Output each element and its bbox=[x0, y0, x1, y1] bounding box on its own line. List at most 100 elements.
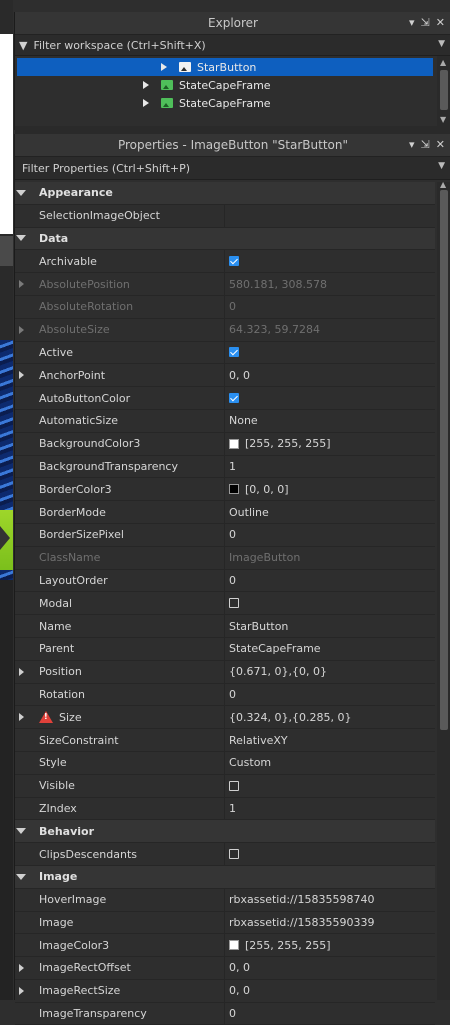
property-row-clipsdescendants[interactable]: ClipsDescendants bbox=[15, 843, 435, 866]
property-row-zindex[interactable]: ZIndex 1 bbox=[15, 797, 435, 821]
property-value-cell[interactable]: rbxassetid://15835598740 bbox=[225, 893, 374, 906]
property-row-position[interactable]: Position {0.671, 0},{0, 0} bbox=[15, 660, 435, 684]
color-swatch[interactable] bbox=[229, 484, 239, 495]
properties-vertical-scrollbar[interactable]: ▲ bbox=[437, 180, 450, 1000]
expand-arrow-icon[interactable] bbox=[161, 63, 167, 71]
scrollbar-thumb[interactable] bbox=[440, 70, 448, 110]
property-value[interactable]: 0, 0 bbox=[229, 984, 250, 997]
property-row-active[interactable]: Active bbox=[15, 341, 435, 365]
property-value[interactable]: rbxassetid://15835590339 bbox=[229, 916, 374, 929]
property-row-size[interactable]: Size {0.324, 0},{0.285, 0} bbox=[15, 706, 435, 730]
property-value[interactable]: RelativeXY bbox=[229, 734, 288, 747]
property-row-bordercolor3[interactable]: BorderColor3 [0, 0, 0] bbox=[15, 478, 435, 502]
property-value-cell[interactable]: [255, 255, 255] bbox=[225, 437, 331, 450]
property-row-hoverimage[interactable]: HoverImage rbxassetid://15835598740 bbox=[15, 888, 435, 912]
property-value[interactable]: None bbox=[229, 414, 258, 427]
properties-filter-bar[interactable]: Filter Properties (Ctrl+Shift+P) ▼ bbox=[15, 157, 450, 180]
property-value-cell[interactable]: RelativeXY bbox=[225, 734, 288, 747]
expand-arrow-icon[interactable] bbox=[18, 986, 24, 995]
explorer-filter-input[interactable]: Filter workspace (Ctrl+Shift+X) bbox=[33, 39, 205, 52]
property-value-cell[interactable] bbox=[225, 393, 239, 404]
color-swatch[interactable] bbox=[229, 438, 239, 449]
properties-filter-input[interactable]: Filter Properties (Ctrl+Shift+P) bbox=[19, 162, 190, 175]
color-swatch[interactable] bbox=[229, 940, 239, 951]
expand-arrow-icon[interactable] bbox=[18, 667, 24, 676]
dropdown-icon[interactable]: ▾ bbox=[409, 138, 415, 151]
category-image[interactable]: Image bbox=[15, 865, 435, 889]
property-value-cell[interactable]: [0, 0, 0] bbox=[225, 483, 289, 496]
property-value-cell[interactable]: None bbox=[225, 414, 258, 427]
property-value-cell[interactable] bbox=[225, 849, 239, 859]
property-row-archivable[interactable]: Archivable bbox=[15, 250, 435, 274]
property-row-imagerectoffset[interactable]: ImageRectOffset 0, 0 bbox=[15, 957, 435, 980]
property-checkbox[interactable] bbox=[229, 393, 239, 404]
property-value-cell[interactable]: StarButton bbox=[225, 620, 288, 633]
property-row-sizeconstraint[interactable]: SizeConstraint RelativeXY bbox=[15, 729, 435, 752]
property-row-bordermode[interactable]: BorderMode Outline bbox=[15, 501, 435, 524]
collapse-arrow-icon[interactable] bbox=[16, 828, 26, 835]
property-row-image[interactable]: Image rbxassetid://15835590339 bbox=[15, 911, 435, 935]
category-behavior[interactable]: Behavior bbox=[15, 820, 435, 844]
explorer-filter-bar[interactable]: ▼ Filter workspace (Ctrl+Shift+X) ▼ bbox=[15, 35, 450, 56]
property-value-cell[interactable]: 0, 0 bbox=[225, 984, 250, 997]
dropdown-icon[interactable]: ▾ bbox=[409, 16, 415, 29]
property-value[interactable]: Custom bbox=[229, 756, 271, 769]
property-row-bordersizepixel[interactable]: BorderSizePixel 0 bbox=[15, 523, 435, 547]
tree-item-statecapeframe[interactable]: StateCapeFrame bbox=[17, 94, 433, 112]
property-checkbox[interactable] bbox=[229, 849, 239, 859]
property-value-cell[interactable] bbox=[225, 347, 239, 358]
property-row-name[interactable]: Name StarButton bbox=[15, 615, 435, 638]
property-row-modal[interactable]: Modal bbox=[15, 592, 435, 616]
property-value-cell[interactable]: 0 bbox=[225, 528, 236, 541]
property-value[interactable]: 0 bbox=[229, 1007, 236, 1020]
collapse-arrow-icon[interactable] bbox=[16, 873, 26, 880]
property-row-anchorpoint[interactable]: AnchorPoint 0, 0 bbox=[15, 364, 435, 388]
property-value-cell[interactable]: 0, 0 bbox=[225, 961, 250, 974]
chevron-down-icon[interactable]: ▼ bbox=[438, 39, 445, 49]
property-value[interactable]: rbxassetid://15835598740 bbox=[229, 893, 374, 906]
property-value-cell[interactable]: [255, 255, 255] bbox=[225, 939, 331, 952]
property-value-cell[interactable]: 0 bbox=[225, 574, 236, 587]
property-value-cell[interactable]: Custom bbox=[225, 756, 271, 769]
property-value[interactable]: 0 bbox=[229, 574, 236, 587]
scrollbar-thumb[interactable] bbox=[440, 190, 448, 730]
property-row-imagerectsize[interactable]: ImageRectSize 0, 0 bbox=[15, 979, 435, 1003]
property-value[interactable]: 0 bbox=[229, 528, 236, 541]
undock-icon[interactable]: ⇲ bbox=[421, 16, 430, 29]
property-row-selectionimageobject[interactable]: SelectionImageObject bbox=[15, 204, 435, 228]
property-value-cell[interactable]: rbxassetid://15835590339 bbox=[225, 916, 374, 929]
property-value[interactable]: StarButton bbox=[229, 620, 288, 633]
explorer-vertical-scrollbar[interactable]: ▲ ▼ bbox=[437, 56, 450, 126]
property-value[interactable]: [0, 0, 0] bbox=[245, 483, 289, 496]
filter-icon[interactable]: ▼ bbox=[19, 39, 27, 52]
close-icon[interactable]: ✕ bbox=[436, 138, 445, 151]
property-row-rotation[interactable]: Rotation 0 bbox=[15, 683, 435, 707]
property-value-cell[interactable]: {0.671, 0},{0, 0} bbox=[225, 665, 327, 678]
property-value-cell[interactable] bbox=[225, 780, 239, 791]
expand-arrow-icon[interactable] bbox=[18, 325, 24, 334]
property-value[interactable]: [255, 255, 255] bbox=[245, 939, 331, 952]
property-row-imagetransparency[interactable]: ImageTransparency 0 bbox=[15, 1002, 435, 1025]
game-viewport[interactable] bbox=[0, 0, 13, 1000]
expand-arrow-icon[interactable] bbox=[18, 371, 24, 380]
property-value[interactable]: 1 bbox=[229, 460, 236, 473]
property-value-cell[interactable] bbox=[225, 598, 239, 609]
property-value[interactable]: 0 bbox=[229, 688, 236, 701]
property-value-cell[interactable]: {0.324, 0},{0.285, 0} bbox=[225, 711, 351, 724]
property-row-autobuttoncolor[interactable]: AutoButtonColor bbox=[15, 387, 435, 410]
property-value-cell[interactable]: 1 bbox=[225, 460, 236, 473]
property-value[interactable]: 1 bbox=[229, 802, 236, 815]
property-row-visible[interactable]: Visible bbox=[15, 774, 435, 798]
property-value-cell[interactable]: 0 bbox=[225, 688, 236, 701]
property-checkbox[interactable] bbox=[229, 347, 239, 358]
property-row-backgroundtransparency[interactable]: BackgroundTransparency 1 bbox=[15, 455, 435, 479]
expand-arrow-icon[interactable] bbox=[143, 81, 149, 89]
category-appearance[interactable]: Appearance bbox=[15, 182, 435, 205]
expand-arrow-icon[interactable] bbox=[18, 963, 24, 972]
expand-arrow-icon[interactable] bbox=[143, 99, 149, 107]
property-row-backgroundcolor3[interactable]: BackgroundColor3 [255, 255, 255] bbox=[15, 432, 435, 456]
property-row-style[interactable]: Style Custom bbox=[15, 751, 435, 775]
property-value-cell[interactable]: StateCapeFrame bbox=[225, 642, 321, 655]
property-row-automaticsize[interactable]: AutomaticSize None bbox=[15, 409, 435, 433]
property-row-layoutorder[interactable]: LayoutOrder 0 bbox=[15, 569, 435, 593]
